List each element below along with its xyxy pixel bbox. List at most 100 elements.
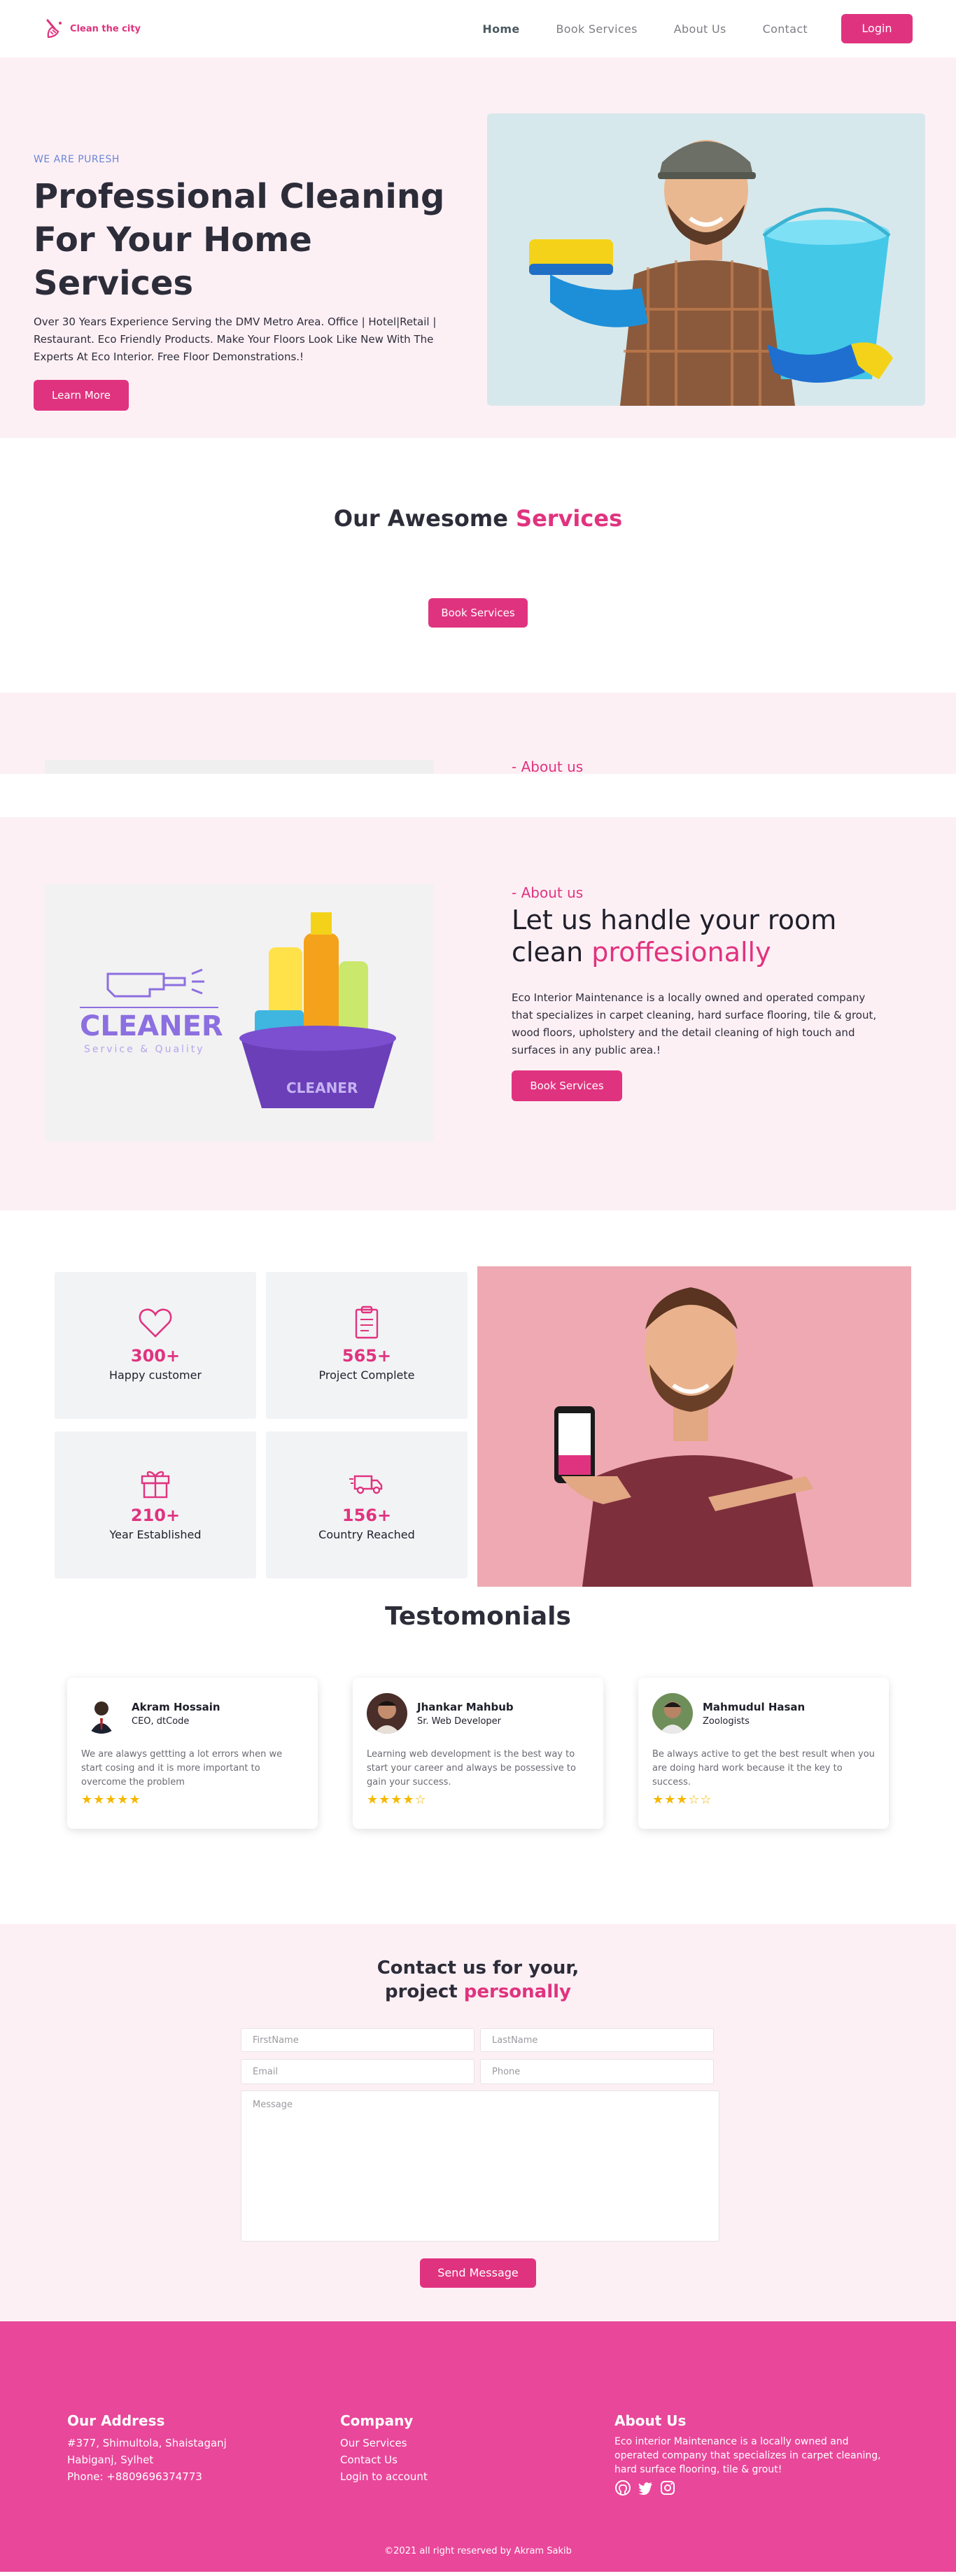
about-title-accent: proffesionally xyxy=(591,937,771,968)
gift-icon xyxy=(141,1471,170,1499)
hero-section: WE ARE PURESH Professional Cleaning For … xyxy=(0,57,956,438)
man-with-phone-image xyxy=(477,1266,911,1587)
brand-logo[interactable]: Clean the city xyxy=(43,17,141,40)
phone-field[interactable] xyxy=(480,2059,714,2084)
login-button[interactable]: Login xyxy=(841,14,913,43)
star-rating: ★★★★☆ xyxy=(367,1792,427,1807)
about-description: Eco Interior Maintenance is a locally ow… xyxy=(512,991,877,1056)
footer-address-title: Our Address xyxy=(67,2412,165,2429)
github-icon[interactable] xyxy=(614,2479,631,2496)
hero-eyebrow: WE ARE PURESH xyxy=(34,154,120,165)
testimonial-text: Be always active to get the best result … xyxy=(652,1749,875,1788)
about-tag: - About us xyxy=(512,884,584,901)
services-title-plain: Our Awesome xyxy=(333,505,508,532)
stat-label: Happy customer xyxy=(108,1368,202,1382)
testimonial-card: Jhankar Mahbub Sr. Web Developer Learnin… xyxy=(353,1678,603,1829)
book-services-button[interactable]: Book Services xyxy=(428,598,528,628)
stat-value: 156+ xyxy=(342,1506,392,1525)
footer-address-line: Habiganj, Sylhet xyxy=(67,2454,154,2466)
hero-title: Professional Cleaning For Your Home Serv… xyxy=(34,177,445,303)
footer-about: About Us Eco interior Maintenance is a l… xyxy=(614,2412,894,2496)
site-footer: Our Address #377, Shimultola, Shaistagan… xyxy=(0,2321,956,2572)
testimonial-name: Akram Hossain xyxy=(132,1700,220,1713)
testimonials-title: Testomonials xyxy=(385,1602,571,1631)
stat-card-year-established: 210+ Year Established xyxy=(55,1431,256,1578)
brand-name: Clean the city xyxy=(70,23,141,34)
stat-label: Project Complete xyxy=(318,1368,415,1382)
nav-home-link[interactable]: Home xyxy=(482,22,519,36)
about-section: CLEANER Service & Quality CLEANER - Abou… xyxy=(0,817,956,1210)
first-name-field[interactable] xyxy=(241,2028,475,2052)
man-with-phone-illustration xyxy=(477,1266,911,1587)
copyright: ©2021 all right reserved by Akram Sakib xyxy=(384,2546,572,2556)
stat-value: 210+ xyxy=(130,1506,181,1525)
hero-content: WE ARE PURESH Professional Cleaning For … xyxy=(34,154,468,411)
footer-link-contact[interactable]: Contact Us xyxy=(340,2451,428,2468)
last-name-field[interactable] xyxy=(480,2028,714,2052)
broom-icon xyxy=(46,19,62,38)
stat-label: Country Reached xyxy=(318,1528,415,1541)
contact-title-line2-accent: personally xyxy=(463,1981,571,2002)
nav-contact-link[interactable]: Contact xyxy=(763,22,808,36)
testimonial-name: Mahmudul Hasan xyxy=(703,1700,806,1713)
about-content: - About us Let us handle your room clean… xyxy=(512,884,890,1101)
testimonial-name: Jhankar Mahbub xyxy=(417,1700,514,1713)
footer-link-services[interactable]: Our Services xyxy=(340,2435,428,2451)
services-section: Our Awesome Services Book Services xyxy=(0,438,956,693)
testimonials-section: Testomonials Akram Hossain CEO, dtCode W… xyxy=(0,1602,956,1924)
footer-company-title: Company xyxy=(340,2412,414,2429)
testimonial-text: We are alawys gettting a lot errors when… xyxy=(81,1749,283,1788)
clipboard-icon xyxy=(355,1305,379,1339)
stats-section: 300+ Happy customer 565+ Project Complet… xyxy=(0,1210,956,1602)
stat-card-happy-customer: 300+ Happy customer xyxy=(55,1272,256,1419)
hero-description: Over 30 Years Experience Serving the DMV… xyxy=(34,316,437,363)
contact-title: Contact us for your, project personally xyxy=(0,1956,956,2004)
send-message-button[interactable]: Send Message xyxy=(420,2258,536,2288)
truck-icon xyxy=(349,1475,383,1494)
contact-title-line1: Contact us for your, xyxy=(377,1958,579,1979)
avatar xyxy=(81,1693,122,1734)
stat-card-country-reached: 156+ Country Reached xyxy=(266,1431,468,1578)
services-title: Our Awesome Services xyxy=(0,438,956,532)
avatar xyxy=(367,1693,407,1734)
twitter-icon[interactable] xyxy=(637,2479,654,2496)
footer-company: Company Our Services Contact Us Login to… xyxy=(340,2412,428,2485)
about-book-services-button[interactable]: Book Services xyxy=(512,1070,622,1101)
about-preview-image xyxy=(45,760,434,774)
testimonial-card: Akram Hossain CEO, dtCode We are alawys … xyxy=(67,1678,318,1829)
cleaner-logo-text: CLEANER xyxy=(80,1010,223,1042)
heart-icon xyxy=(139,1308,172,1338)
contact-title-line2-plain: project xyxy=(385,1981,458,2002)
email-field[interactable] xyxy=(241,2059,475,2084)
star-rating: ★★★☆☆ xyxy=(652,1792,712,1807)
services-title-accent: Services xyxy=(516,505,623,532)
hero-image xyxy=(487,113,925,406)
stat-card-project-complete: 565+ Project Complete xyxy=(266,1272,468,1419)
stat-label: Year Established xyxy=(109,1528,202,1541)
contact-section: Contact us for your, project personally … xyxy=(0,1924,956,2321)
svg-text:CLEANER: CLEANER xyxy=(286,1080,358,1096)
instagram-icon[interactable] xyxy=(659,2479,676,2496)
nav-book-services-link[interactable]: Book Services xyxy=(556,22,638,36)
main-menu: Home Book Services About Us Contact Logi… xyxy=(446,14,913,43)
stat-value: 565+ xyxy=(342,1346,392,1366)
testimonial-text: Learning web development is the best way… xyxy=(367,1749,576,1788)
cleaner-man-illustration xyxy=(487,113,925,406)
message-field[interactable] xyxy=(241,2090,719,2242)
learn-more-button[interactable]: Learn More xyxy=(34,380,129,411)
about-preview-section: - About us xyxy=(0,693,956,774)
stat-value: 300+ xyxy=(130,1346,181,1366)
nav-about-link[interactable]: About Us xyxy=(674,22,726,36)
footer-link-login[interactable]: Login to account xyxy=(340,2468,428,2485)
avatar xyxy=(652,1693,693,1734)
social-links xyxy=(614,2479,894,2496)
about-title: Let us handle your room clean proffesion… xyxy=(512,904,890,968)
top-nav: Clean the city Home Book Services About … xyxy=(0,0,956,57)
star-rating: ★★★★★ xyxy=(81,1792,141,1807)
about-image: CLEANER Service & Quality CLEANER xyxy=(45,884,434,1142)
section-spacer xyxy=(0,774,956,817)
testimonial-card: Mahmudul Hasan Zoologists Be always acti… xyxy=(638,1678,889,1829)
testimonial-role: Zoologists xyxy=(703,1715,750,1727)
footer-address: Our Address #377, Shimultola, Shaistagan… xyxy=(67,2412,227,2485)
about-preview-tag: - About us xyxy=(512,758,584,774)
